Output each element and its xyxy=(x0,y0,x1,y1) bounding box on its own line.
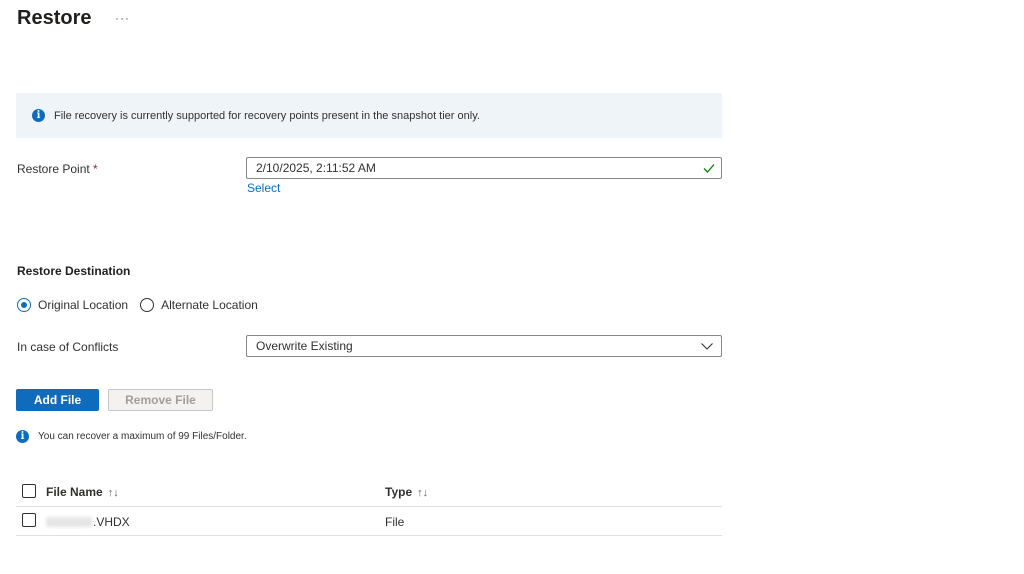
restore-destination-heading: Restore Destination xyxy=(17,264,131,278)
alternate-location-radio[interactable] xyxy=(140,298,155,312)
chevron-down-icon xyxy=(701,343,713,350)
info-banner: i File recovery is currently supported f… xyxy=(16,93,722,138)
conflicts-label: In case of Conflicts xyxy=(17,340,119,354)
files-table: File Name ↑↓ Type ↑↓ .VHDX File xyxy=(16,478,722,536)
restore-point-field[interactable]: 2/10/2025, 2:11:52 AM xyxy=(246,157,722,179)
table-header-row: File Name ↑↓ Type ↑↓ xyxy=(16,478,722,507)
table-row[interactable]: .VHDX File xyxy=(16,507,722,536)
file-type-cell: File xyxy=(385,515,405,529)
add-file-button[interactable]: Add File xyxy=(16,389,99,411)
file-extension: .VHDX xyxy=(93,515,130,529)
sort-icon[interactable]: ↑↓ xyxy=(108,487,119,499)
restore-point-value: 2/10/2025, 2:11:52 AM xyxy=(256,161,376,175)
remove-file-button[interactable]: Remove File xyxy=(108,389,213,411)
file-name-cell: .VHDX xyxy=(46,515,130,529)
type-header-label: Type xyxy=(385,485,413,499)
restore-destination-radio-group: Original Location Alternate Location xyxy=(17,298,270,312)
restore-point-label-text: Restore Point xyxy=(17,162,90,176)
column-header-file-name[interactable]: File Name ↑↓ xyxy=(46,485,119,499)
checkmark-icon xyxy=(703,164,715,173)
restore-point-label: Restore Point * xyxy=(17,162,98,176)
page-title: Restore xyxy=(17,7,92,29)
required-marker: * xyxy=(93,162,98,176)
row-checkbox[interactable] xyxy=(22,513,36,527)
original-location-radio[interactable] xyxy=(17,298,31,312)
sort-icon[interactable]: ↑↓ xyxy=(417,487,428,499)
column-header-type[interactable]: Type ↑↓ xyxy=(385,485,428,499)
conflicts-dropdown-value: Overwrite Existing xyxy=(256,339,353,353)
info-icon: i xyxy=(16,430,29,443)
redacted-filename xyxy=(46,517,92,527)
original-location-label[interactable]: Original Location xyxy=(38,298,128,312)
alternate-location-label[interactable]: Alternate Location xyxy=(161,298,258,312)
info-banner-text: File recovery is currently supported for… xyxy=(54,109,480,122)
more-icon[interactable]: ··· xyxy=(115,11,130,25)
file-name-header-label: File Name xyxy=(46,485,103,499)
conflicts-dropdown[interactable]: Overwrite Existing xyxy=(246,335,722,357)
limit-note-text: You can recover a maximum of 99 Files/Fo… xyxy=(38,431,247,442)
select-all-checkbox[interactable] xyxy=(22,484,36,498)
limit-note: i You can recover a maximum of 99 Files/… xyxy=(16,430,247,443)
select-restore-point-link[interactable]: Select xyxy=(247,181,280,195)
info-icon: i xyxy=(32,109,45,122)
